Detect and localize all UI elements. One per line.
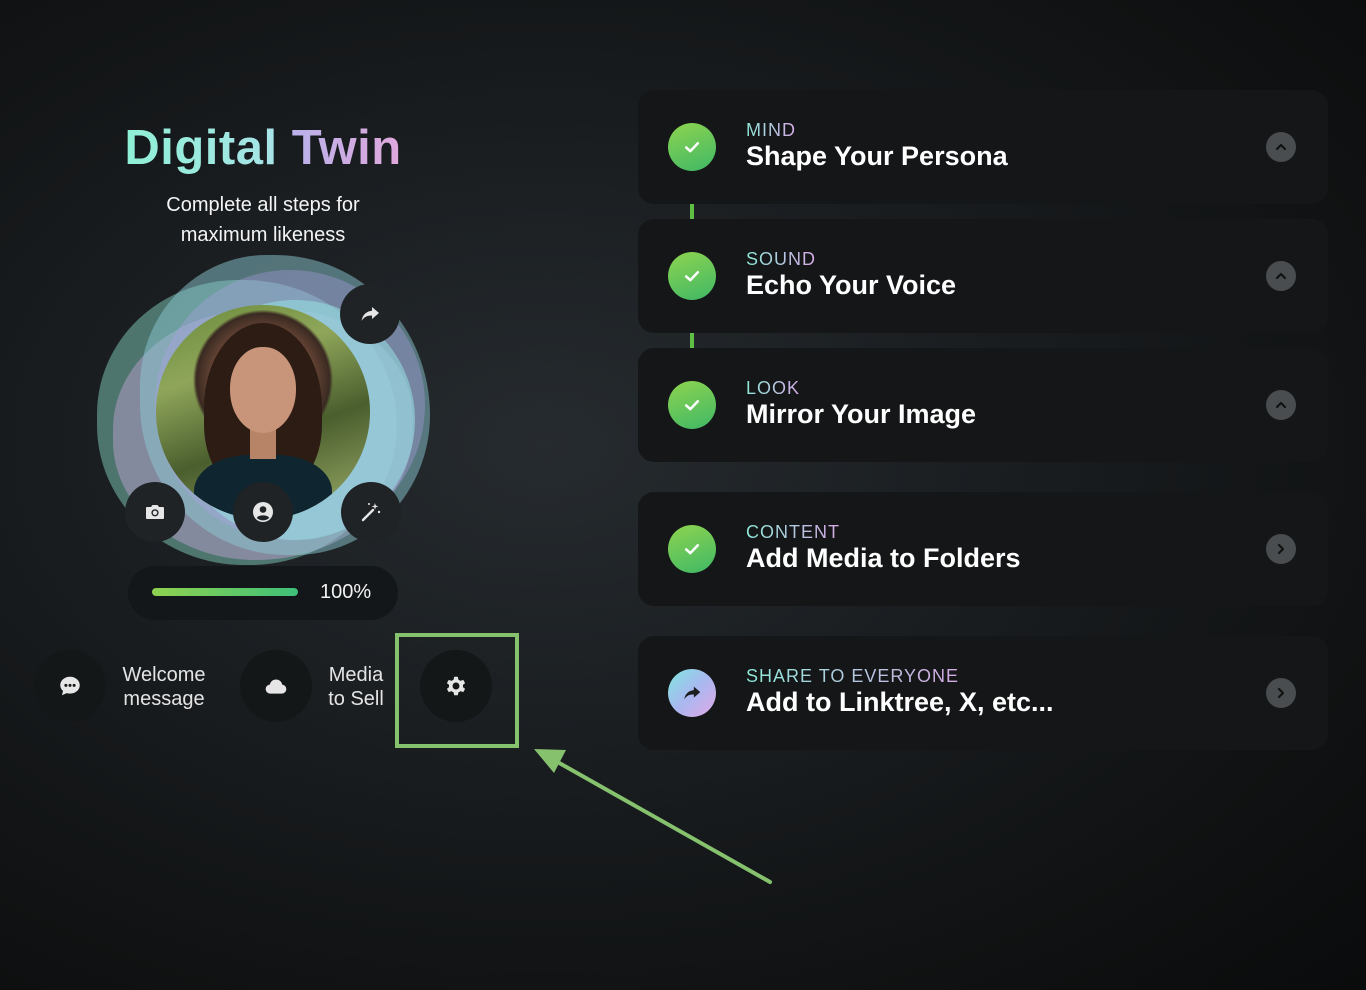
open-step-button[interactable] bbox=[1266, 678, 1296, 708]
step-card-mind[interactable]: MIND Shape Your Persona bbox=[638, 90, 1328, 204]
collapse-button[interactable] bbox=[1266, 261, 1296, 291]
share-arrow-icon bbox=[684, 686, 701, 700]
avatar-blob-area bbox=[95, 255, 440, 565]
settings-highlight-box bbox=[395, 633, 519, 748]
page-subtitle: Complete all steps for maximum likeness bbox=[113, 190, 413, 250]
user-icon bbox=[253, 502, 273, 522]
profile-button[interactable] bbox=[233, 482, 293, 542]
collapse-button[interactable] bbox=[1266, 132, 1296, 162]
step-kicker: SOUND bbox=[746, 249, 817, 269]
subtitle-line-1: Complete all steps for bbox=[166, 194, 360, 216]
chevron-right-icon bbox=[1277, 687, 1285, 699]
step-card-look[interactable]: LOOK Mirror Your Image bbox=[638, 348, 1328, 462]
completion-progress: 100% bbox=[128, 566, 398, 620]
title-word-digital: Digital bbox=[124, 121, 278, 175]
share-badge bbox=[668, 669, 716, 717]
checkmark-icon bbox=[684, 544, 700, 555]
chat-bubble-icon bbox=[60, 676, 80, 696]
step-kicker: CONTENT bbox=[746, 522, 840, 542]
step-card-sound[interactable]: SOUND Echo Your Voice bbox=[638, 219, 1328, 333]
step-complete-badge bbox=[668, 123, 716, 171]
step-complete-badge bbox=[668, 381, 716, 429]
share-avatar-button[interactable] bbox=[340, 284, 400, 344]
collapse-button[interactable] bbox=[1266, 390, 1296, 420]
step-complete-badge bbox=[668, 525, 716, 573]
checkmark-icon bbox=[684, 400, 700, 411]
progress-fill bbox=[152, 588, 298, 596]
checkmark-icon bbox=[684, 271, 700, 282]
step-heading: Echo Your Voice bbox=[746, 270, 957, 300]
welcome-message-label: Welcome message bbox=[122, 664, 206, 710]
cloud-icon bbox=[265, 679, 287, 694]
step-kicker: SHARE TO EVERYONE bbox=[746, 666, 960, 686]
step-card-content[interactable]: CONTENT Add Media to Folders bbox=[638, 492, 1328, 606]
chevron-up-icon bbox=[1275, 143, 1287, 151]
step-card-share[interactable]: SHARE TO EVERYONE Add to Linktree, X, et… bbox=[638, 636, 1328, 750]
annotation-arrow bbox=[534, 749, 772, 884]
welcome-message-button[interactable] bbox=[34, 650, 106, 722]
subtitle-line-2: maximum likeness bbox=[180, 224, 346, 246]
progress-percent: 100% bbox=[320, 581, 372, 603]
camera-button[interactable] bbox=[125, 482, 185, 542]
media-to-sell-button[interactable] bbox=[240, 650, 312, 722]
page-title: Digital Twin bbox=[100, 118, 426, 178]
media-to-sell-label: Media to Sell bbox=[328, 664, 384, 710]
step-kicker: LOOK bbox=[746, 378, 801, 398]
checkmark-icon bbox=[684, 142, 700, 153]
enhance-button[interactable] bbox=[341, 482, 401, 542]
step-complete-badge bbox=[668, 252, 716, 300]
chevron-up-icon bbox=[1275, 272, 1287, 280]
magic-wand-icon bbox=[361, 503, 381, 522]
camera-icon bbox=[146, 505, 164, 519]
open-step-button[interactable] bbox=[1266, 534, 1296, 564]
step-heading: Add to Linktree, X, etc... bbox=[746, 687, 1054, 717]
step-kicker: MIND bbox=[746, 120, 796, 140]
share-icon bbox=[361, 307, 379, 321]
step-heading: Mirror Your Image bbox=[746, 399, 977, 429]
chevron-up-icon bbox=[1275, 401, 1287, 409]
chevron-right-icon bbox=[1277, 543, 1285, 555]
step-heading: Shape Your Persona bbox=[746, 141, 1008, 171]
title-word-twin: Twin bbox=[291, 121, 402, 175]
progress-track bbox=[152, 588, 298, 596]
step-heading: Add Media to Folders bbox=[746, 543, 1021, 573]
